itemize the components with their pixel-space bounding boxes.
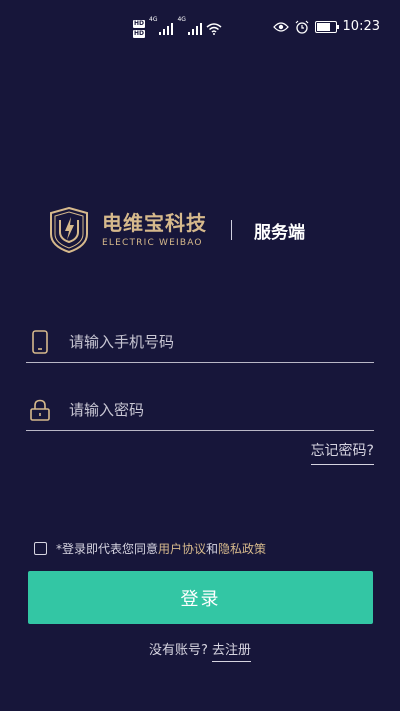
status-time: 10:23 [342, 19, 380, 34]
password-field[interactable] [26, 390, 374, 431]
status-bar: HD HD 4G 4G 10:23 [0, 0, 400, 58]
eye-icon [272, 21, 289, 32]
register-row: 没有账号? 去注册 [0, 639, 400, 662]
brand-divider [231, 220, 232, 240]
battery-level [316, 22, 331, 31]
wifi-icon [206, 23, 222, 35]
register-link[interactable]: 去注册 [212, 643, 252, 662]
status-bar-left: HD HD 4G 4G [133, 16, 222, 42]
mobile-phone-icon [30, 329, 50, 355]
password-input[interactable] [69, 401, 374, 419]
hd-badge: HD [133, 20, 146, 28]
battery-icon [314, 20, 339, 33]
signal-icon [187, 23, 202, 35]
agreement-and: 和 [206, 542, 219, 556]
network-type: 4G [177, 16, 186, 23]
agreement-row: *登录即代表您同意 用户协议 和 隐私政策 [34, 540, 266, 557]
status-bar-right: 10:23 [272, 19, 380, 34]
login-button[interactable]: 登录 [28, 571, 373, 624]
hd-badge: HD [133, 30, 146, 38]
agreement-prefix: *登录即代表您同意 [56, 542, 159, 556]
signal-icon [159, 23, 174, 35]
network-type: 4G [149, 16, 158, 23]
agreement-checkbox[interactable] [34, 542, 47, 555]
user-agreement-link[interactable]: 用户协议 [158, 540, 206, 557]
brand-header: 电维宝科技 ELECTRIC WEIBAO 服务端 [50, 205, 305, 255]
electric-weibao-logo-icon [50, 207, 88, 253]
brand-name-en: ELECTRIC WEIBAO [102, 238, 203, 248]
forgot-password-link[interactable]: 忘记密码? [310, 440, 374, 465]
alarm-icon [295, 20, 308, 34]
privacy-policy-link[interactable]: 隐私政策 [218, 540, 266, 557]
phone-input[interactable] [69, 333, 374, 351]
no-account-text: 没有账号? [148, 643, 208, 658]
brand-name-cn: 电维宝科技 [102, 211, 207, 235]
service-label: 服务端 [254, 222, 305, 243]
lock-icon [30, 397, 50, 423]
phone-field[interactable] [26, 322, 374, 363]
